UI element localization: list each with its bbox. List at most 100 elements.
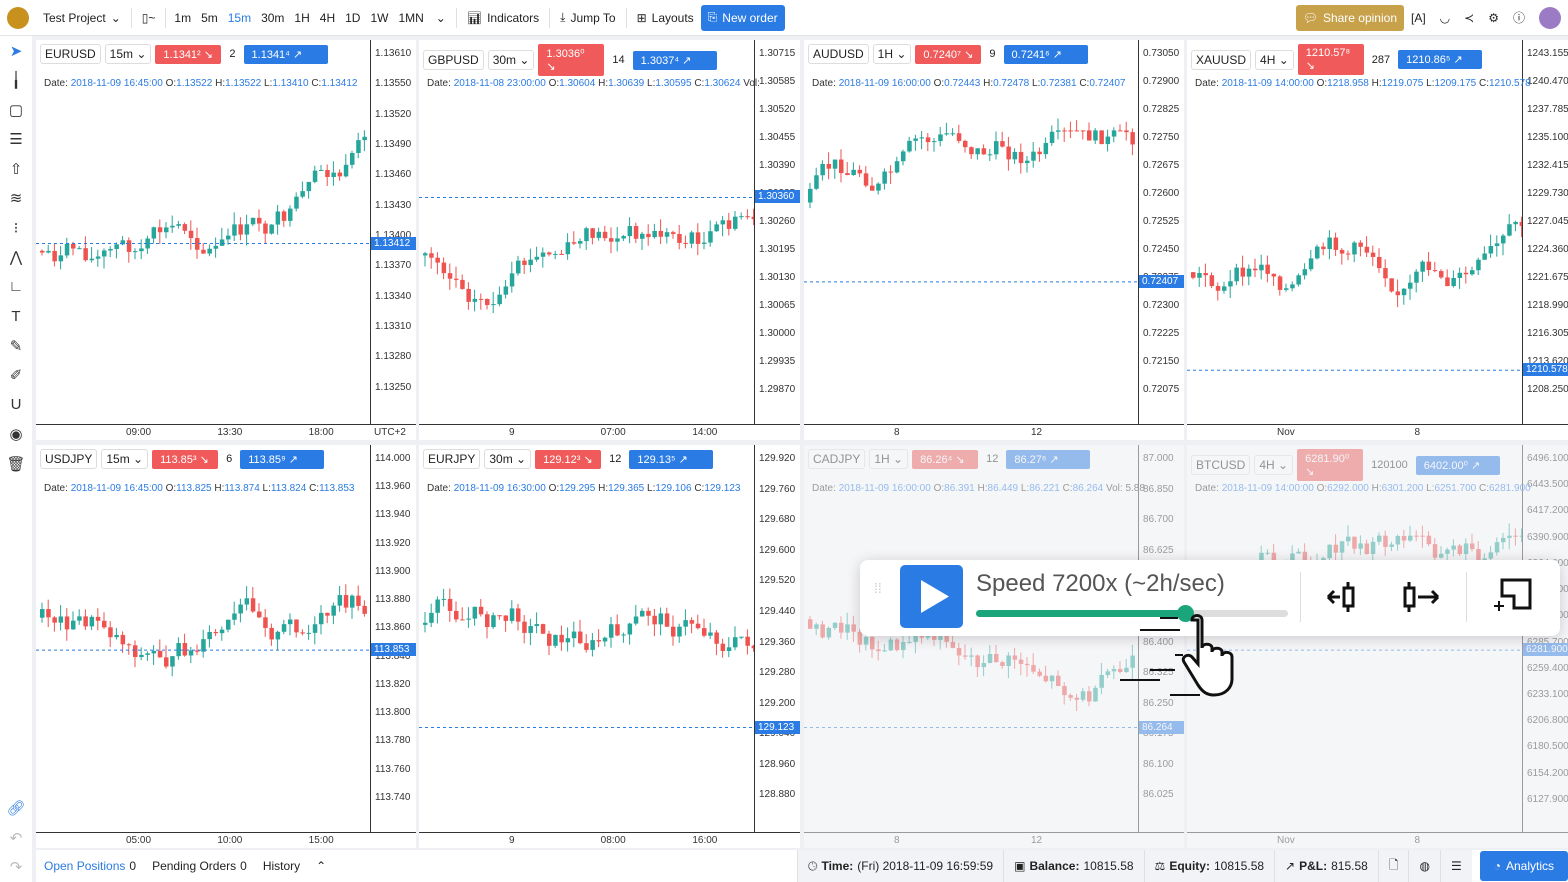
price-axis[interactable]: 114.000 113.960 113.940 113.920 113.900 113.8… bbox=[370, 445, 416, 848]
magnet-icon[interactable]: U bbox=[11, 390, 22, 420]
timeframe-1H[interactable]: 1H bbox=[289, 5, 314, 31]
link-icon[interactable]: 🔗︎ bbox=[6, 794, 25, 824]
sell-button[interactable]: 1.1341² ↘ bbox=[155, 44, 222, 64]
sell-button[interactable]: 113.85³ ↘ bbox=[152, 449, 219, 469]
timeframe-select[interactable]: 30m ⌄ bbox=[484, 449, 532, 469]
undo-icon[interactable]: ↶ bbox=[10, 823, 23, 853]
time-axis[interactable]: 09:00 13:30 18:00 UTC+2 bbox=[36, 424, 416, 440]
timeframe-select[interactable]: 1H ⌄ bbox=[872, 44, 912, 64]
chart-panel-gbpusd[interactable]: GBPUSD 30m ⌄ 1.3036⁰ ↘ 14 1.3037⁴ ↗ Date: 20… bbox=[419, 40, 800, 440]
refresh-icon[interactable]: ◡ bbox=[1433, 5, 1457, 31]
timeframe-30m[interactable]: 30m bbox=[256, 5, 289, 31]
font-icon[interactable]: [A] bbox=[1404, 5, 1433, 31]
time-axis[interactable]: 8 12 bbox=[804, 424, 1184, 440]
time-axis[interactable]: 8 12 bbox=[804, 832, 1184, 848]
expand-button[interactable]: ⌃ bbox=[308, 859, 334, 873]
arrow-icon[interactable]: ⇧ bbox=[10, 154, 23, 184]
sell-button[interactable]: 86.26⁴ ↘ bbox=[912, 449, 979, 469]
notes-icon[interactable]: ☰ bbox=[1439, 850, 1472, 882]
pencil-icon[interactable]: ✐ bbox=[10, 361, 23, 391]
tab-open-positions[interactable]: Open Positions 0 bbox=[36, 859, 144, 873]
parallel-icon[interactable]: ⁝ bbox=[14, 213, 19, 243]
timeframe-select[interactable]: 4H ⌄ bbox=[1254, 455, 1294, 475]
price-axis[interactable]: 1.30715 1.30585 1.30520 1.30455 1.30390 1.303… bbox=[754, 40, 800, 440]
cursor-icon[interactable]: ➤ bbox=[10, 36, 23, 66]
symbol-select[interactable]: EURJPY bbox=[423, 449, 481, 469]
symbol-select[interactable]: XAUUSD bbox=[1191, 49, 1252, 70]
buy-button[interactable]: 1.3037⁴ ↗ bbox=[632, 50, 717, 70]
symbol-select[interactable]: CADJPY bbox=[808, 449, 866, 469]
candlestick-chart[interactable] bbox=[804, 445, 1138, 832]
sell-button[interactable]: 1.3036⁰ ↘ bbox=[538, 44, 605, 76]
project-select[interactable]: Test Project ⌄ bbox=[36, 5, 128, 31]
text-icon[interactable]: T bbox=[11, 302, 20, 332]
candlestick-chart[interactable] bbox=[36, 445, 370, 832]
chart-panel-xauusd[interactable]: XAUUSD 4H ⌄ 1210.57⁸ ↘ 287 1210.86⁵ ↗ Date: … bbox=[1187, 40, 1568, 440]
chart-panel-audusd[interactable]: AUDUSD 1H ⌄ 0.7240⁷ ↘ 9 0.7241⁶ ↗ Date: 2018… bbox=[804, 40, 1184, 440]
symbol-select[interactable]: USDJPY bbox=[40, 449, 98, 469]
play-button[interactable] bbox=[900, 565, 963, 628]
buy-button[interactable]: 0.7241⁶ ↗ bbox=[1003, 44, 1088, 64]
timeframe-select[interactable]: 15m ⌄ bbox=[101, 449, 149, 469]
gear-icon[interactable]: ⚙ bbox=[1481, 5, 1506, 31]
chart-panel-eurusd[interactable]: EURUSD 15m ⌄ 1.1341² ↘ 2 1.1341⁴ ↗ Date: 201… bbox=[36, 40, 416, 440]
buy-button[interactable]: 113.85⁹ ↗ bbox=[240, 449, 325, 469]
symbol-select[interactable]: GBPUSD bbox=[423, 50, 484, 70]
eye-icon[interactable]: ◉ bbox=[9, 420, 22, 450]
buy-button[interactable]: 129.13⁵ ↗ bbox=[629, 449, 714, 469]
timeframe-select[interactable]: 1H ⌄ bbox=[869, 449, 909, 469]
price-axis[interactable]: 1243.155 1240.470 1237.785 1235.100 1232.415… bbox=[1522, 40, 1568, 440]
time-axis[interactable]: Nov 8 bbox=[1187, 832, 1568, 848]
chart-panel-eurjpy[interactable]: EURJPY 30m ⌄ 129.12³ ↘ 12 129.13⁵ ↗ Date: 20… bbox=[419, 445, 800, 848]
indicators-button[interactable]: 📊︎ Indicators bbox=[460, 5, 546, 31]
timeframe-15m[interactable]: 15m bbox=[223, 5, 256, 31]
pattern-icon[interactable]: ⋀ bbox=[10, 243, 22, 273]
time-axis[interactable]: 9 08:00 16:00 bbox=[419, 832, 800, 848]
price-axis[interactable]: 129.920 129.760 129.680 129.600 129.520 129.4… bbox=[754, 445, 800, 848]
share-opinion-button[interactable]: 💬︎ Share opinion bbox=[1295, 4, 1404, 31]
time-axis[interactable]: 9 07:00 14:00 bbox=[419, 424, 800, 440]
tab-history[interactable]: History bbox=[255, 859, 308, 873]
document-icon[interactable]: 🗋 bbox=[1377, 850, 1409, 882]
candlestick-chart[interactable] bbox=[1187, 40, 1522, 424]
timeframe-1m[interactable]: 1m bbox=[169, 5, 196, 31]
rectangle-icon[interactable]: ▢ bbox=[9, 95, 23, 125]
sell-button[interactable]: 1210.57⁸ ↘ bbox=[1297, 44, 1364, 75]
ruler-icon[interactable]: ∟ bbox=[9, 272, 24, 302]
buy-button[interactable]: 1210.86⁵ ↗ bbox=[1398, 50, 1483, 69]
line-icon[interactable]: ╽ bbox=[11, 66, 20, 96]
step-forward-icon[interactable] bbox=[1402, 580, 1442, 614]
candlestick-chart[interactable] bbox=[419, 445, 754, 832]
price-axis[interactable]: 6496.1006443.5006417.2006390.9006364.600… bbox=[1522, 445, 1568, 848]
time-axis[interactable]: Nov 8 bbox=[1187, 424, 1568, 440]
brush-icon[interactable]: ✎ bbox=[10, 331, 23, 361]
buy-button[interactable]: 86.27⁶ ↗ bbox=[1006, 449, 1091, 469]
more-timeframes[interactable]: ⌄ bbox=[429, 5, 453, 31]
redo-icon[interactable]: ↷ bbox=[10, 853, 23, 882]
new-order-button[interactable]: ⎘ New order bbox=[700, 4, 785, 31]
drag-handle[interactable]: ⁞⁞ bbox=[874, 581, 882, 595]
share-icon[interactable]: ≺ bbox=[1457, 5, 1481, 31]
timeframe-5m[interactable]: 5m bbox=[196, 5, 223, 31]
timeframe-1W[interactable]: 1W bbox=[365, 5, 393, 31]
timeframe-1MN[interactable]: 1MN bbox=[393, 5, 428, 31]
jump-to-button[interactable]: ⤓ Jump To bbox=[553, 5, 622, 31]
analytics-button[interactable]: ◔ Analytics bbox=[1479, 851, 1568, 881]
sell-button[interactable]: 0.7240⁷ ↘ bbox=[915, 44, 982, 64]
timeframe-select[interactable]: 15m ⌄ bbox=[104, 44, 152, 64]
buy-button[interactable]: 6402.00⁰ ↗ bbox=[1415, 455, 1500, 475]
step-back-icon[interactable] bbox=[1326, 580, 1366, 614]
layouts-button[interactable]: ⊞ Layouts bbox=[630, 5, 701, 31]
trash-icon[interactable]: 🗑︎ bbox=[6, 449, 25, 479]
sell-button[interactable]: 6281.90⁰ ↘ bbox=[1297, 449, 1364, 481]
time-axis[interactable]: 05:00 10:00 15:00 bbox=[36, 832, 416, 848]
price-axis[interactable]: 1.13610 1.13550 1.13520 1.13490 1.13460 1.134… bbox=[370, 40, 416, 440]
candlestick-chart[interactable] bbox=[419, 40, 754, 424]
symbol-select[interactable]: AUDUSD bbox=[808, 44, 869, 64]
avatar[interactable] bbox=[1532, 5, 1568, 31]
symbol-select[interactable]: BTCUSD bbox=[1191, 455, 1251, 475]
fib-icon[interactable]: ☰ bbox=[9, 125, 22, 155]
price-axis[interactable]: 0.73050 0.72900 0.72825 0.72750 0.72675 0.726… bbox=[1138, 40, 1184, 440]
candlestick-chart[interactable] bbox=[36, 40, 370, 424]
help-icon[interactable]: ⓘ bbox=[1506, 5, 1532, 31]
